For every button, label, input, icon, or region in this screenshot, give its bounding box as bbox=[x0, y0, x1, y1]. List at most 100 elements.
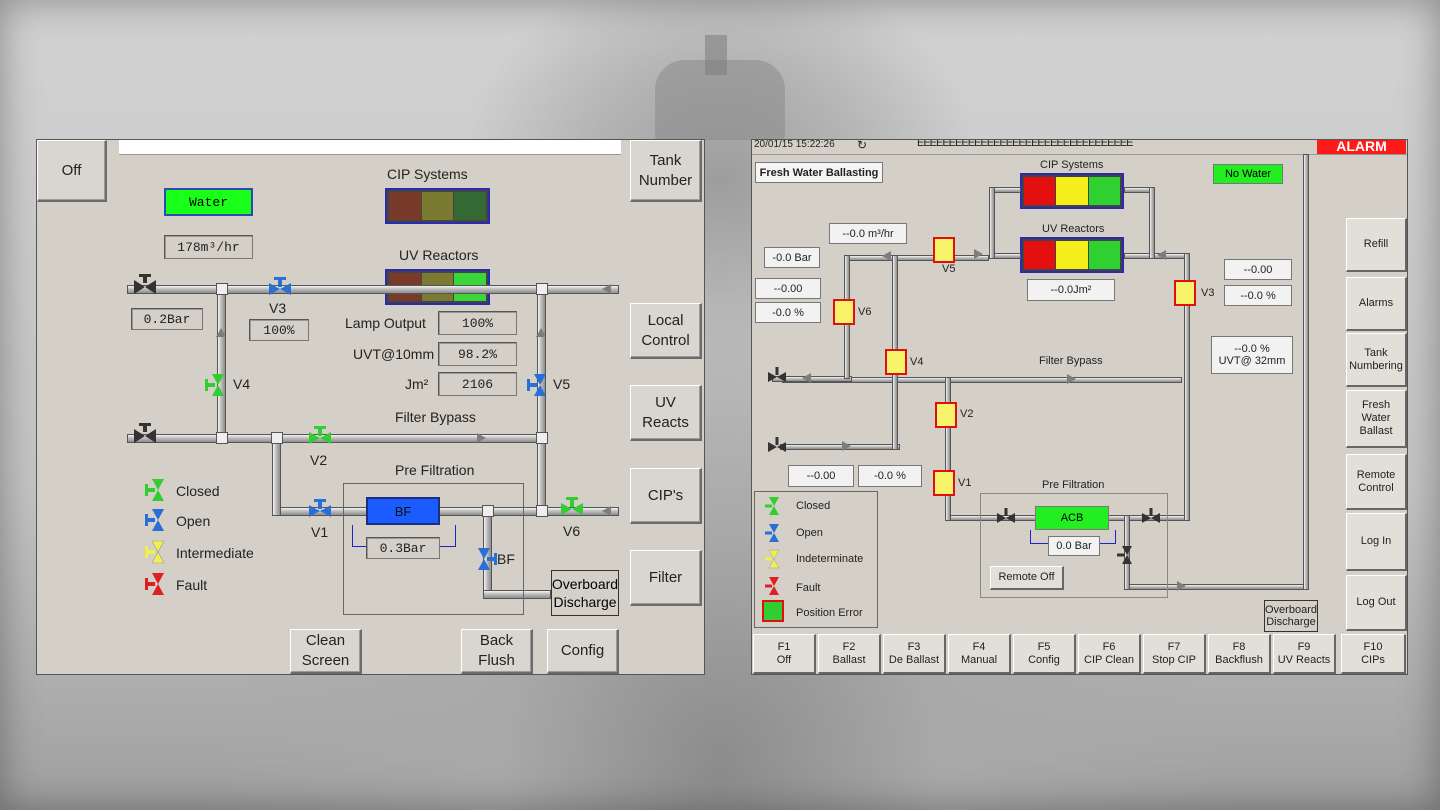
v6-label: V6 bbox=[858, 306, 872, 318]
v6-readout-2: -0.0 % bbox=[755, 302, 821, 323]
uv-reacts-button[interactable]: UV Reacts bbox=[630, 385, 702, 441]
f9-uv-reacts-button[interactable]: F9 UV Reacts bbox=[1273, 634, 1336, 674]
bf-filter-indicator: BF bbox=[366, 497, 440, 525]
log-out-button[interactable]: Log Out bbox=[1346, 575, 1407, 631]
v5-valve-open-icon[interactable] bbox=[527, 372, 553, 398]
uv-reactors-title: UV Reactors bbox=[399, 247, 479, 263]
flow-arrow-left bbox=[802, 373, 811, 383]
refill-button[interactable]: Refill bbox=[1346, 218, 1407, 272]
v1-label: V1 bbox=[958, 477, 972, 489]
log-in-button[interactable]: Log In bbox=[1346, 513, 1407, 571]
cip-lamp-green bbox=[454, 192, 487, 220]
legend-indeterminate-label: Indeterminate bbox=[796, 553, 864, 565]
back-flush-button[interactable]: Back Flush bbox=[461, 629, 533, 674]
off-button[interactable]: Off bbox=[37, 140, 107, 202]
v1-readout-1: --0.00 bbox=[788, 465, 854, 487]
uvt-value: 98.2% bbox=[438, 342, 517, 366]
uv-lamp-green bbox=[1088, 241, 1120, 269]
v1-label: V1 bbox=[311, 524, 329, 540]
legend-closed-label: Closed bbox=[176, 483, 220, 499]
filter-bypass-label: Filter Bypass bbox=[1039, 355, 1103, 367]
v6-valve-position-error-icon[interactable] bbox=[833, 299, 855, 325]
remote-off-button[interactable]: Remote Off bbox=[990, 566, 1064, 590]
mode-indicator: Fresh Water Ballasting bbox=[755, 162, 883, 183]
manual-bypass-valve-icon[interactable] bbox=[132, 423, 158, 449]
v3-valve-open-icon[interactable] bbox=[267, 276, 293, 302]
filter-button[interactable]: Filter bbox=[630, 550, 702, 606]
uv-reactors-title: UV Reactors bbox=[1042, 223, 1105, 235]
v5-label: V5 bbox=[942, 263, 956, 275]
cip-systems-title: CIP Systems bbox=[387, 166, 468, 182]
clean-screen-button[interactable]: Clean Screen bbox=[290, 629, 362, 674]
cip-outlet-pipe bbox=[1124, 187, 1152, 193]
f10-cips-button[interactable]: F10 CIPs bbox=[1341, 634, 1406, 674]
v1-valve-position-error-icon[interactable] bbox=[933, 470, 955, 496]
v4-riser-pipe bbox=[217, 285, 226, 443]
f6-cip-clean-button[interactable]: F6 CIP Clean bbox=[1078, 634, 1141, 674]
timestamp: 20/01/15 15:22:26 bbox=[754, 139, 835, 150]
water-status-indicator: No Water bbox=[1213, 164, 1283, 184]
flow-arrow-left bbox=[1157, 250, 1166, 260]
v4-valve-closed-icon[interactable] bbox=[205, 372, 231, 398]
f7-stop-cip-button[interactable]: F7 Stop CIP bbox=[1143, 634, 1206, 674]
pipe-joint bbox=[271, 432, 283, 444]
alarm-indicator[interactable]: ALARM bbox=[1317, 140, 1406, 154]
flow-arrow-right bbox=[477, 433, 486, 443]
legend-closed-label: Closed bbox=[796, 500, 831, 512]
alarms-button[interactable]: Alarms bbox=[1346, 277, 1407, 331]
v3-valve-position-error-icon[interactable] bbox=[1174, 280, 1196, 306]
f1-off-button[interactable]: F1 Off bbox=[753, 634, 816, 674]
remote-control-button[interactable]: Remote Control bbox=[1346, 454, 1407, 510]
f5-config-button[interactable]: F5 Config bbox=[1013, 634, 1076, 674]
legend-fault-icon bbox=[145, 573, 164, 595]
uvt-readout: --0.0 % UVT@ 32mm bbox=[1211, 336, 1293, 374]
manual-bypass-valve-icon[interactable] bbox=[766, 436, 788, 458]
f3-de-ballast-button[interactable]: F3 De Ballast bbox=[883, 634, 946, 674]
bf-valve-open-icon[interactable] bbox=[471, 546, 497, 572]
cip-status-lamps bbox=[1020, 173, 1124, 209]
v2-valve-closed-icon[interactable] bbox=[307, 425, 333, 451]
bf-pressure-value: 0.3Bar bbox=[366, 537, 440, 559]
f4-manual-button[interactable]: F4 Manual bbox=[948, 634, 1011, 674]
v5-valve-position-error-icon[interactable] bbox=[933, 237, 955, 263]
v1-readout-2: -0.0 % bbox=[858, 465, 922, 487]
cip-lamp-green bbox=[1088, 177, 1120, 205]
f2-ballast-button[interactable]: F2 Ballast bbox=[818, 634, 881, 674]
v4-valve-position-error-icon[interactable] bbox=[885, 349, 907, 375]
flow-arrow-right bbox=[974, 249, 983, 259]
uv-dose-value: --0.0Jm² bbox=[1027, 279, 1115, 301]
legend-position-error-label: Position Error bbox=[796, 607, 863, 619]
v2-valve-position-error-icon[interactable] bbox=[935, 402, 957, 428]
manual-inlet-valve-icon[interactable] bbox=[766, 366, 788, 388]
legend-indeterminate-icon bbox=[765, 549, 780, 569]
v5-label: V5 bbox=[553, 376, 571, 392]
v1-valve-open-icon[interactable] bbox=[307, 498, 333, 524]
config-button[interactable]: Config bbox=[547, 629, 619, 674]
flow-arrow-up bbox=[216, 328, 226, 337]
local-control-button[interactable]: Local Control bbox=[630, 303, 702, 359]
f8-backflush-button[interactable]: F8 Backflush bbox=[1208, 634, 1271, 674]
pipe-joint bbox=[536, 283, 548, 295]
v3-readout-1: --0.00 bbox=[1224, 259, 1292, 280]
v1-drop-pipe bbox=[272, 434, 281, 516]
tank-numbering-button[interactable]: Tank Numbering bbox=[1346, 333, 1407, 387]
acb-indicator: ACB bbox=[1035, 506, 1109, 530]
overboard-riser-pipe bbox=[1303, 154, 1309, 590]
legend-open-icon bbox=[765, 524, 779, 542]
manual-inlet-valve-icon[interactable] bbox=[132, 274, 158, 300]
v6-valve-closed-icon[interactable] bbox=[559, 496, 585, 522]
v1-drop-pipe bbox=[945, 377, 951, 521]
legend-fault-label: Fault bbox=[176, 577, 208, 593]
tank-number-button[interactable]: Tank Number bbox=[630, 140, 702, 202]
fresh-water-ballast-button[interactable]: Fresh Water Ballast bbox=[1346, 390, 1407, 448]
legend-position-error-icon bbox=[762, 600, 784, 622]
lamp-output-label: Lamp Output bbox=[345, 315, 426, 331]
refresh-icon[interactable]: ↻ bbox=[857, 140, 867, 152]
v3-position-value: 100% bbox=[249, 319, 309, 341]
v3-readout-2: --0.0 % bbox=[1224, 285, 1292, 306]
inlet-pressure-value: -0.0 Bar bbox=[764, 247, 820, 268]
legend-intermediate-icon bbox=[145, 540, 165, 564]
header-strip bbox=[119, 140, 621, 155]
flow-arrow-left bbox=[882, 251, 891, 261]
cips-button[interactable]: CIP's bbox=[630, 468, 702, 524]
